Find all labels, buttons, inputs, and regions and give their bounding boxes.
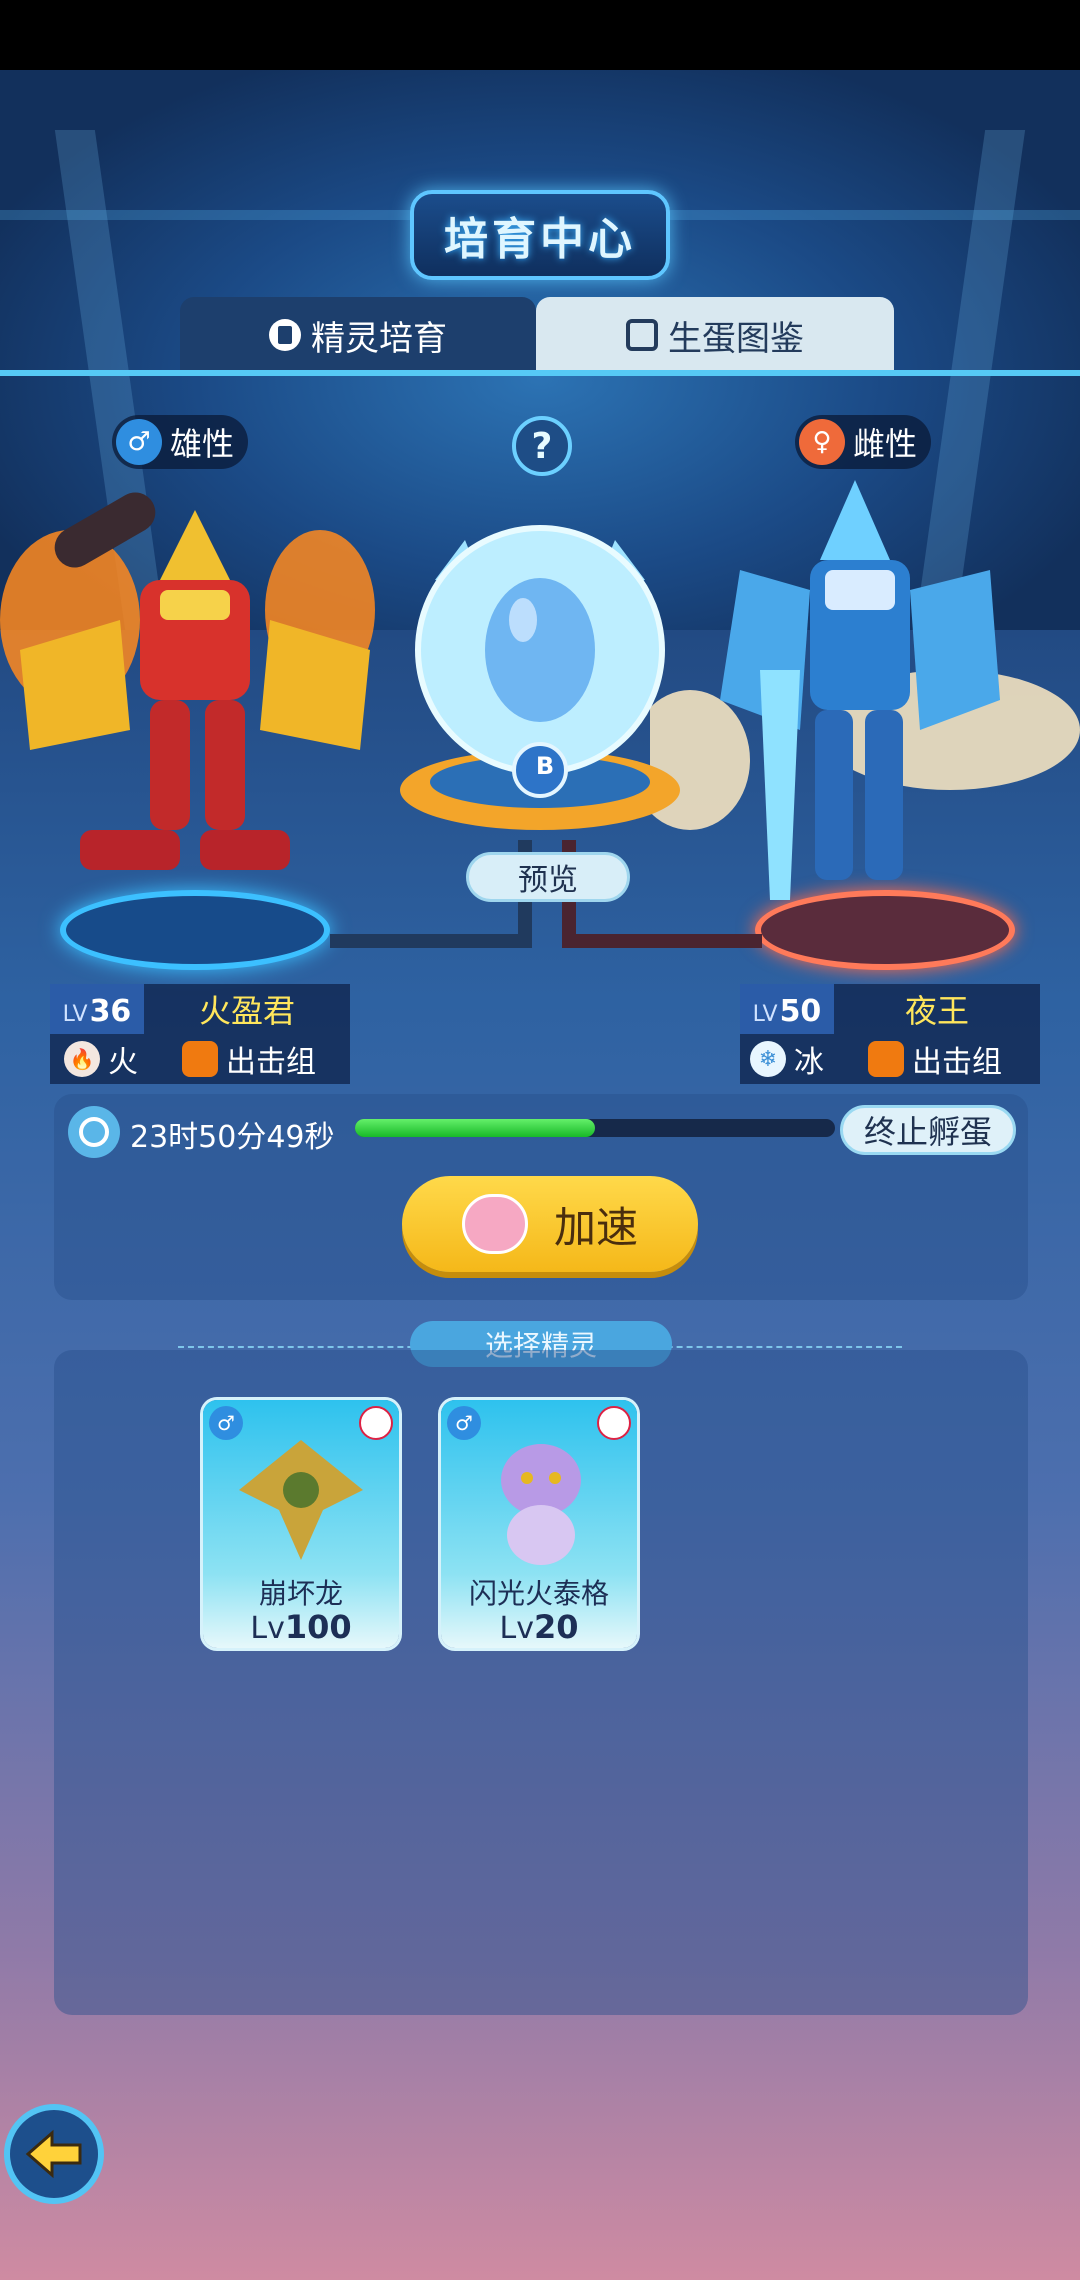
male-icon: ♂: [116, 419, 162, 465]
spirit-icon: [269, 319, 301, 351]
hatch-progress-fill: [355, 1119, 595, 1137]
tab-egg-catalog[interactable]: 生蛋图鉴: [536, 297, 894, 373]
spirit-thumbnail: [501, 1444, 581, 1565]
egg-badge: B: [535, 752, 555, 780]
ice-icon: ❄: [750, 1041, 786, 1077]
female-group: 出击组: [912, 1045, 1002, 1080]
female-spirit-image: [650, 480, 1080, 900]
card-name: 闪光火泰格: [468, 1577, 609, 1610]
gender-label: 雄性: [170, 425, 235, 463]
spirit-card[interactable]: ♂ 闪光火泰格 Lv20: [441, 1400, 637, 1648]
female-level: 50: [779, 994, 822, 1029]
female-info-bar: LV 50 夜王: [740, 984, 1040, 1034]
egg-incubator: [400, 525, 680, 830]
card-level: Lv20: [499, 1608, 579, 1646]
spirit-card[interactable]: ♂ 崩坏龙 Lv100: [203, 1400, 399, 1648]
tab-underline: [0, 370, 1080, 376]
accelerate-label: 加速: [553, 1202, 638, 1252]
tab-label: 生蛋图鉴: [668, 318, 804, 359]
male-pipe: [330, 934, 530, 948]
hatch-progress-bar: [355, 1119, 835, 1137]
female-icon: ♀: [799, 419, 845, 465]
back-button[interactable]: [4, 2104, 104, 2204]
timer-icon: [68, 1106, 120, 1158]
gender-label: 雌性: [853, 425, 918, 463]
female-name: 夜王: [904, 992, 969, 1030]
status-bar: [0, 0, 1080, 70]
stop-hatch-button[interactable]: 终止孵蛋: [840, 1105, 1016, 1155]
group-badge-icon: [182, 1041, 218, 1077]
fire-icon: 🔥: [64, 1041, 100, 1077]
preview-button[interactable]: 预览: [466, 852, 630, 902]
card-level: Lv100: [250, 1608, 352, 1646]
male-info-bar: LV 36 火盈君: [50, 984, 350, 1034]
card-name: 崩坏龙: [258, 1577, 343, 1610]
group-badge-icon: [868, 1041, 904, 1077]
male-element: 火: [108, 1045, 138, 1080]
tab-label: 精灵培育: [311, 318, 447, 359]
mask-icon: [597, 1406, 631, 1440]
female-gender-badge: ♀ 雌性: [795, 415, 932, 469]
male-gender-badge: ♂ 雄性: [112, 415, 249, 469]
egg-icon: [485, 578, 595, 722]
level-tag: LV: [62, 1002, 88, 1027]
page-title: 培育中心: [410, 190, 670, 280]
mascot-icon: [461, 1194, 528, 1254]
spirit-thumbnail: [239, 1440, 363, 1560]
hatch-timer: 23时50分49秒: [130, 1120, 335, 1155]
book-icon: [626, 319, 658, 351]
level-tag: LV: [752, 1002, 778, 1027]
help-button[interactable]: ?: [512, 416, 572, 476]
accelerate-button[interactable]: 加速: [402, 1176, 698, 1272]
female-element: 冰: [794, 1045, 824, 1080]
male-spirit-image: [0, 492, 375, 870]
male-group: 出击组: [226, 1045, 316, 1080]
male-name: 火盈君: [198, 992, 295, 1030]
back-arrow-icon: [25, 2129, 82, 2179]
tab-spirit-breeding[interactable]: 精灵培育: [180, 297, 536, 373]
male-tags: 🔥 火 出击组: [50, 1034, 350, 1084]
male-icon: ♂: [447, 1406, 481, 1440]
male-level: 36: [89, 994, 132, 1029]
female-tags: ❄ 冰 出击组: [740, 1034, 1040, 1084]
